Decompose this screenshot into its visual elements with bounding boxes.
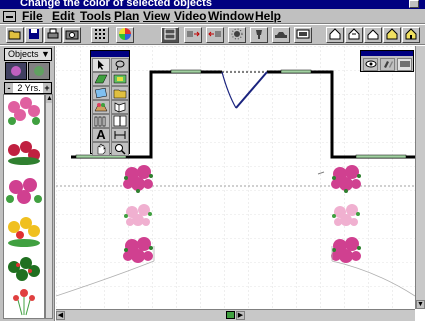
objects-dropdown[interactable]: Objects ▼ (4, 48, 52, 61)
eye-icon[interactable] (363, 58, 378, 71)
text-tool-icon[interactable]: A (92, 128, 110, 142)
layers-icon[interactable] (397, 58, 412, 71)
window-title: Change the color of selected objects (20, 0, 212, 9)
view-palette-header[interactable] (361, 51, 413, 56)
objects-panel: Objects ▼ - 2 Yrs. + ▲ (0, 46, 55, 321)
video-icon[interactable] (294, 27, 312, 43)
menu-edit[interactable]: Edit (52, 9, 75, 24)
toolbar (0, 25, 425, 45)
system-menu-icon[interactable] (3, 11, 16, 22)
zoom-tool-icon[interactable] (111, 142, 129, 156)
print-icon[interactable] (44, 27, 62, 43)
hedge-tool-icon[interactable] (92, 72, 110, 86)
horizontal-scroll-thumb[interactable] (226, 311, 235, 319)
scroll-right-arrow-icon[interactable]: ▶ (236, 311, 245, 320)
age-minus-button[interactable]: - (5, 83, 13, 93)
age-stepper[interactable]: - 2 Yrs. + (4, 82, 52, 94)
camera-icon[interactable] (63, 27, 81, 43)
list-item[interactable] (8, 217, 40, 247)
list-item[interactable] (8, 257, 40, 281)
light-icon[interactable] (250, 27, 268, 43)
objects-label: Objects (8, 49, 39, 59)
color-wheel-icon[interactable] (116, 27, 134, 43)
house-3-icon[interactable] (364, 27, 382, 43)
menu-tools[interactable]: Tools (80, 9, 111, 24)
move-left-icon[interactable] (206, 27, 224, 43)
scroll-up-button[interactable] (409, 0, 419, 8)
plant-list (3, 94, 45, 319)
bed-tool-icon[interactable] (111, 86, 129, 100)
menu-file[interactable]: File (22, 9, 43, 24)
title-bar: Change the color of selected objects (0, 0, 425, 9)
paint-icon[interactable] (380, 58, 395, 71)
hand-tool-icon[interactable] (92, 142, 110, 156)
house-1-icon[interactable] (326, 27, 344, 43)
move-right-icon[interactable] (184, 27, 202, 43)
wall-tool-icon[interactable] (111, 100, 129, 114)
scroll-up-arrow-icon[interactable]: ▲ (46, 95, 53, 103)
house-4-icon[interactable] (383, 27, 401, 43)
vertical-scrollbar[interactable]: ▼ (415, 46, 425, 309)
house-5-icon[interactable] (402, 27, 420, 43)
menu-help[interactable]: Help (255, 9, 281, 24)
house-2-icon[interactable] (345, 27, 363, 43)
path-tool-icon[interactable] (92, 86, 110, 100)
list-item[interactable] (13, 289, 35, 316)
grid-icon[interactable] (91, 27, 109, 43)
list-item[interactable] (8, 141, 40, 165)
sun-icon[interactable] (228, 27, 246, 43)
planter-tool-icon[interactable] (92, 100, 110, 114)
list-item[interactable] (6, 178, 42, 204)
lasso-tool-icon[interactable] (111, 58, 129, 72)
age-value: 2 Yrs. (17, 83, 41, 93)
tool-palette: A (90, 50, 130, 156)
tool-palette-header[interactable] (91, 51, 129, 57)
scroll-down-arrow-icon[interactable]: ▼ (416, 300, 425, 309)
menu-view[interactable]: View (143, 9, 170, 24)
menu-video[interactable]: Video (174, 9, 206, 24)
scroll-left-arrow-icon[interactable]: ◀ (56, 311, 65, 320)
horizontal-scrollbar[interactable]: ◀ ▶ (56, 309, 415, 321)
selected-plant-alt-swatch[interactable] (28, 62, 50, 80)
open-icon[interactable] (6, 27, 24, 43)
car-icon[interactable] (272, 27, 290, 43)
gate-tool-icon[interactable] (111, 114, 129, 128)
plan-view-icon[interactable] (161, 27, 179, 43)
tree-tool-icon[interactable] (111, 72, 129, 86)
fence-tool-icon[interactable] (92, 114, 110, 128)
menu-window[interactable]: Window (208, 9, 254, 24)
menu-bar: File Edit Tools Plan View Video Window H… (0, 9, 425, 24)
age-plus-button[interactable]: + (43, 83, 51, 93)
chevron-down-icon: ▼ (41, 49, 50, 59)
dimension-tool-icon[interactable] (111, 128, 129, 142)
selected-plant-swatch[interactable] (5, 62, 27, 80)
save-icon[interactable] (25, 27, 43, 43)
plant-list-scrollbar[interactable]: ▲ (45, 94, 53, 319)
list-item[interactable] (8, 97, 40, 125)
view-palette (360, 50, 414, 72)
arrow-tool-icon[interactable] (92, 58, 110, 72)
menu-plan[interactable]: Plan (114, 9, 139, 24)
